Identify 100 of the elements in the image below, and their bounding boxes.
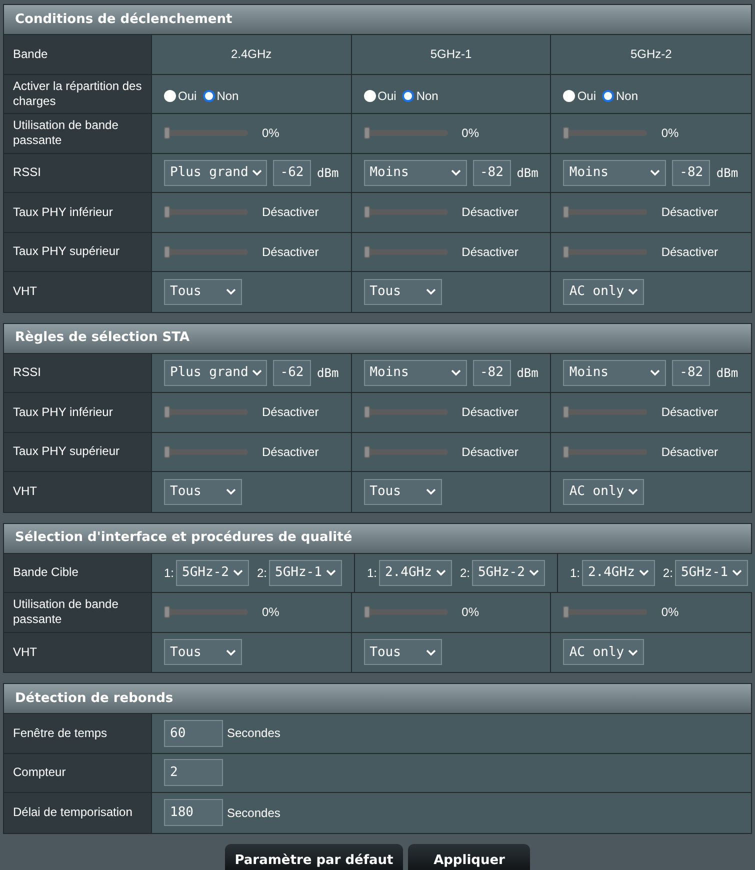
radio-label: Oui — [577, 88, 596, 105]
slider[interactable] — [364, 406, 448, 418]
slider[interactable] — [563, 446, 648, 458]
slider-reading: 0% — [462, 125, 479, 142]
dropdown[interactable]: Tous — [364, 478, 442, 505]
number-field[interactable]: -62 — [273, 360, 311, 386]
slider[interactable] — [164, 606, 248, 618]
dropdown[interactable]: Plus grand — [164, 160, 267, 186]
unit-label: dBm — [516, 364, 538, 382]
slider[interactable] — [563, 246, 648, 258]
dropdown[interactable]: Tous — [164, 278, 242, 305]
slider-thumb[interactable] — [164, 446, 170, 458]
slider[interactable] — [563, 206, 648, 218]
row-label: Fenêtre de temps — [4, 714, 152, 752]
slider[interactable] — [364, 127, 448, 140]
slider-thumb[interactable] — [563, 246, 570, 258]
slider-thumb[interactable] — [164, 246, 170, 258]
radio-button[interactable] — [202, 90, 215, 102]
slider-reading: Désactiver — [661, 444, 718, 461]
slider-reading: Désactiver — [661, 404, 718, 422]
dropdown[interactable]: Plus grand — [164, 360, 267, 386]
number-field[interactable]: -82 — [672, 360, 710, 386]
dropdown[interactable]: 5GHz-2 — [472, 560, 545, 586]
number-field[interactable]: -82 — [672, 160, 710, 186]
slider[interactable] — [164, 246, 248, 258]
slider[interactable] — [364, 606, 448, 618]
caret-icon — [326, 569, 336, 576]
number-field[interactable]: 60 — [164, 720, 223, 747]
dropdown[interactable]: Moins — [364, 360, 467, 386]
dropdown[interactable]: 5GHz-1 — [674, 560, 748, 586]
slider[interactable] — [164, 446, 248, 458]
slider[interactable] — [563, 127, 648, 140]
dropdown[interactable]: Moins — [563, 160, 666, 186]
slider-thumb[interactable] — [563, 446, 570, 458]
radio-label: Non — [416, 88, 438, 105]
dropdown[interactable]: Moins — [563, 360, 666, 386]
number-field[interactable]: -62 — [273, 160, 311, 186]
caret-icon — [232, 569, 243, 576]
row-label: RSSI — [4, 354, 152, 392]
row-label: Compteur — [4, 754, 152, 792]
slider-thumb[interactable] — [563, 127, 570, 140]
caret-icon — [436, 569, 446, 576]
number-field[interactable]: -82 — [472, 360, 511, 386]
action-button[interactable]: Paramètre par défaut — [224, 844, 404, 870]
slider-thumb[interactable] — [364, 606, 370, 618]
slider-thumb[interactable] — [164, 606, 170, 618]
dropdown[interactable]: Tous — [164, 639, 242, 666]
slider-reading: Désactiver — [262, 204, 319, 222]
caret-icon — [426, 648, 436, 656]
slider[interactable] — [364, 206, 448, 218]
dropdown[interactable]: AC only — [563, 639, 644, 666]
slider-thumb[interactable] — [164, 406, 170, 418]
slider[interactable] — [164, 206, 248, 218]
row-label: Activer la répartition des charges — [4, 74, 152, 113]
action-button[interactable]: Appliquer — [408, 844, 530, 870]
slider-thumb[interactable] — [364, 446, 370, 458]
row-label: RSSI — [4, 154, 152, 192]
slider-thumb[interactable] — [563, 606, 570, 618]
radio-button[interactable] — [164, 90, 176, 102]
radio-label: Oui — [178, 88, 197, 105]
slider[interactable] — [164, 406, 248, 418]
dropdown[interactable]: 5GHz-2 — [176, 560, 249, 586]
dropdown[interactable]: AC only — [563, 278, 644, 305]
slider[interactable] — [364, 246, 448, 258]
slider-thumb[interactable] — [364, 127, 370, 140]
dropdown[interactable]: Tous — [364, 278, 442, 305]
slider-reading: 0% — [661, 604, 679, 622]
dropdown[interactable]: Tous — [164, 478, 242, 505]
dropdown[interactable]: 2.4GHz — [378, 560, 452, 586]
caret-icon — [650, 169, 660, 176]
slider-thumb[interactable] — [364, 406, 370, 418]
slider-thumb[interactable] — [364, 246, 370, 258]
number-field[interactable]: 2 — [164, 759, 223, 786]
slider[interactable] — [563, 406, 648, 418]
slider-thumb[interactable] — [563, 406, 570, 418]
dropdown[interactable]: AC only — [563, 478, 644, 505]
dropdown[interactable]: Tous — [364, 639, 442, 666]
caret-icon — [628, 288, 638, 296]
radio-button[interactable] — [602, 90, 614, 102]
dropdown[interactable]: 5GHz-1 — [269, 560, 342, 586]
slider[interactable] — [364, 446, 448, 458]
dropdown[interactable]: Moins — [364, 160, 467, 186]
slider-reading: 0% — [462, 604, 479, 622]
slider-thumb[interactable] — [164, 127, 170, 140]
slider-thumb[interactable] — [364, 206, 370, 218]
unit-label: dBm — [317, 364, 339, 382]
radio-button[interactable] — [364, 90, 376, 102]
radio-button[interactable] — [563, 90, 576, 102]
slider-reading: Désactiver — [262, 404, 319, 422]
number-field[interactable]: 180 — [164, 799, 223, 826]
slider-thumb[interactable] — [563, 206, 570, 218]
caret-icon — [252, 169, 262, 176]
row-label: VHT — [4, 272, 152, 312]
slider-thumb[interactable] — [164, 206, 170, 218]
radio-button[interactable] — [402, 90, 414, 102]
dropdown[interactable]: 2.4GHz — [582, 560, 655, 586]
number-field[interactable]: -82 — [472, 160, 511, 186]
unit-label: Secondes — [227, 725, 280, 742]
slider[interactable] — [164, 127, 248, 140]
slider[interactable] — [563, 606, 648, 618]
